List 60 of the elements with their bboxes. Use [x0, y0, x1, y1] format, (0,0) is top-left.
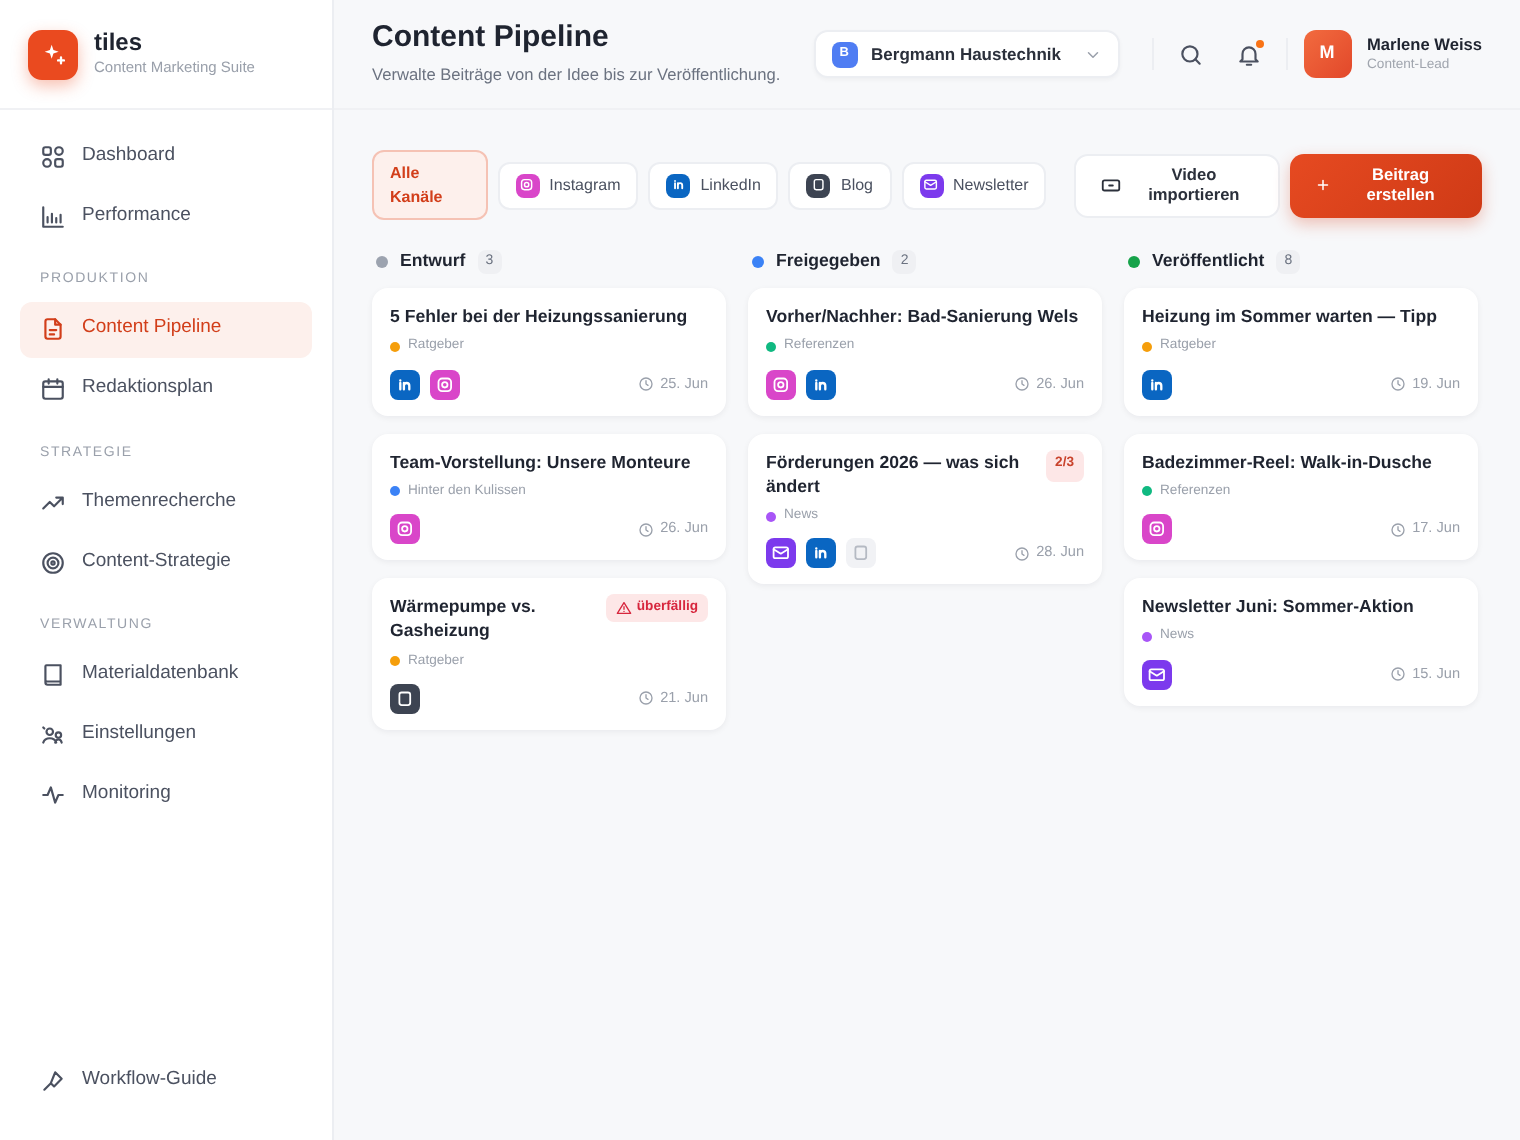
sidebar-item[interactable]: Content-Strategie	[20, 534, 312, 590]
grid-icon	[40, 143, 66, 169]
post-title: Förderungen 2026 — was sich ändert	[766, 449, 1022, 499]
clock-icon	[638, 690, 655, 707]
search-icon	[1177, 41, 1203, 67]
user-avatar: M	[1303, 30, 1351, 78]
clock-icon	[638, 376, 655, 392]
sidebar-item[interactable]: Monitoring	[20, 767, 312, 823]
filter-chip[interactable]: Instagram	[497, 161, 639, 209]
document-icon	[40, 316, 66, 342]
clock-icon	[638, 521, 655, 537]
filter-chip[interactable]: Alle Kanäle	[372, 150, 488, 220]
column-title: Freigegeben	[776, 248, 881, 275]
sidebar-item[interactable]: Materialdatenbank	[20, 647, 312, 703]
sidebar-item[interactable]: Performance	[20, 188, 312, 244]
post-title: Vorher/Nachher: Bad-Sanierung Wels	[766, 304, 1079, 329]
post-title: Wärmepumpe vs. Gasheizung	[390, 594, 538, 644]
people-icon	[40, 722, 66, 748]
bell-icon	[1235, 41, 1261, 67]
clock-icon	[1014, 376, 1031, 392]
sidebar-item[interactable]: Dashboard	[20, 128, 312, 184]
brand-name: tiles	[94, 29, 145, 56]
post-title: Heizung im Sommer warten — Tipp	[1142, 304, 1437, 329]
pulse-icon	[40, 782, 66, 808]
calendar-icon	[40, 376, 66, 402]
mail-icon	[919, 173, 943, 197]
logo-icon	[28, 29, 78, 79]
create-button[interactable]: Beitrag erstellen	[1289, 153, 1482, 217]
guide-link[interactable]: Workflow-Guide	[20, 1052, 312, 1108]
target-icon	[40, 549, 66, 575]
pen-icon	[40, 1067, 66, 1093]
video-icon	[1100, 174, 1123, 196]
column-title: Entwurf	[400, 248, 466, 275]
post-title: Badezimmer-Reel: Walk-in-Dusche	[1142, 449, 1432, 474]
document-icon	[806, 173, 831, 197]
filter-chip[interactable]: Newsletter	[901, 161, 1047, 209]
sidebar-item[interactable]: Content Pipeline	[20, 301, 312, 357]
sidebar-item[interactable]: Themenrecherche	[20, 474, 312, 530]
post-title: Newsletter Juni: Sommer-Aktion	[1142, 594, 1414, 619]
sidebar-item[interactable]: Redaktionsplan	[20, 361, 312, 417]
book-icon	[40, 662, 66, 688]
post-title: 5 Fehler bei der Heizungssanierung	[390, 304, 688, 329]
linkedin-icon	[666, 173, 691, 197]
import-button[interactable]: Video importieren	[1074, 153, 1280, 217]
bar-chart-icon	[40, 203, 66, 229]
sidebar-item[interactable]: Einstellungen	[20, 707, 312, 763]
user-name: Marlene Weiss	[1367, 31, 1482, 57]
clock-icon	[1390, 666, 1407, 682]
page-title: Content Pipeline	[372, 20, 611, 57]
filter-chip[interactable]: LinkedIn	[648, 161, 779, 209]
post-title: Team-Vorstellung: Unsere Monteure	[390, 449, 691, 474]
plus-icon	[1313, 176, 1332, 194]
warning-icon	[616, 600, 633, 617]
clock-icon	[1390, 521, 1407, 537]
instagram-icon	[515, 173, 540, 197]
clock-icon	[1390, 376, 1407, 392]
column-title: Veröffentlicht	[1152, 248, 1265, 275]
clock-icon	[1014, 545, 1031, 562]
filter-chip[interactable]: Blog	[788, 161, 891, 209]
page-subtitle: Verwalte Beiträge von der Idee bis zur Veröffentlichung.	[372, 62, 781, 88]
